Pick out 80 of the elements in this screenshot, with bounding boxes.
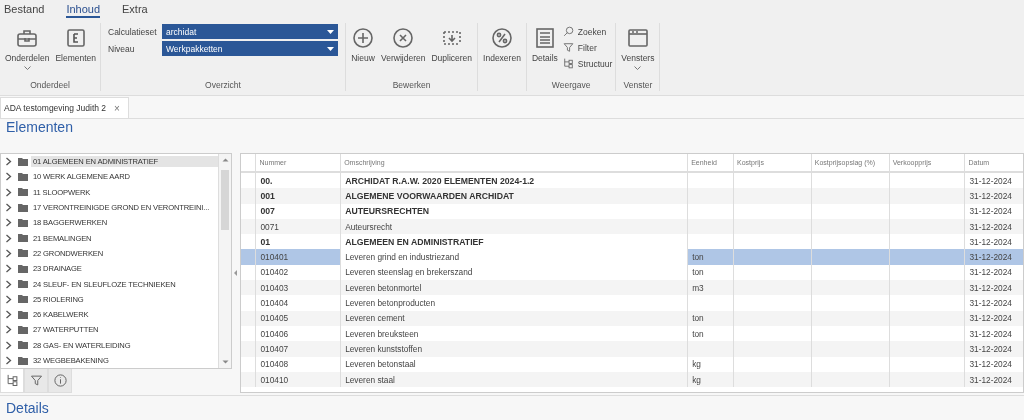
table-cell: 010404: [255, 295, 341, 311]
table-cell: m3: [687, 280, 734, 296]
table-cell: 010405: [255, 310, 341, 326]
ribbon-button[interactable]: Elementen: [53, 23, 99, 66]
group-label: Bewerken: [391, 79, 432, 91]
field-label: Niveau: [108, 43, 136, 54]
menu-tab[interactable]: Extra: [122, 2, 148, 18]
group-label: Overzicht: [204, 79, 242, 91]
ribbon-button[interactable]: Filter: [561, 41, 613, 54]
table-cell: Leveren cement: [340, 310, 688, 326]
table-cell: ton: [687, 310, 734, 326]
table-cell: 31-12-2024: [965, 280, 1023, 296]
chevron-down-icon: [634, 66, 642, 70]
panel-tab[interactable]: [24, 369, 48, 393]
table-cell: Auteursrecht: [340, 218, 688, 235]
table-cell: ALGEMENE VOORWAARDEN ARCHIDAT: [340, 188, 688, 204]
ribbon-button[interactable]: Details: [529, 23, 560, 66]
window-icon: [625, 26, 650, 50]
table-cell: 31-12-2024: [965, 341, 1023, 357]
table-cell: 010408: [255, 356, 341, 372]
ribbon-button[interactable]: Zoeken: [561, 25, 613, 38]
delete-icon: [391, 26, 416, 50]
percent-icon: [489, 26, 514, 50]
table-cell: 0071: [255, 218, 341, 235]
table-cell: 31-12-2024: [965, 218, 1023, 235]
table-cell: 001: [255, 188, 341, 204]
section-title: Details: [5, 399, 50, 416]
table-cell: 31-12-2024: [965, 356, 1023, 372]
structure-icon: [561, 57, 575, 70]
scrollbar-thumb[interactable]: [221, 170, 229, 230]
dropdown-field[interactable]: Werkpakketten: [162, 41, 338, 56]
ribbon-button[interactable]: Dupliceren: [429, 23, 475, 66]
table-cell: Leveren kunststoffen: [340, 341, 688, 357]
table-cell: Leveren staal: [340, 371, 688, 388]
ribbon-button[interactable]: Indexeren: [481, 23, 523, 66]
filter-icon: [28, 373, 44, 388]
dropdown-field[interactable]: archidat: [162, 24, 338, 39]
table-cell: Leveren betonproducten: [340, 295, 688, 311]
ribbon-button[interactable]: Nieuw: [349, 23, 377, 66]
section-title: Elementen: [5, 119, 74, 137]
ribbon-button[interactable]: Onderdelen: [3, 23, 52, 73]
table-cell: 007: [255, 203, 341, 219]
panel-tab[interactable]: [0, 369, 24, 393]
structure-icon: [4, 373, 20, 388]
table-cell: Leveren grind en industriezand: [340, 249, 688, 265]
add-icon: [351, 26, 375, 50]
table-cell: 010410: [255, 371, 341, 388]
table-cell: Leveren betonstaal: [340, 356, 688, 372]
group-label: Onderdeel: [29, 79, 71, 91]
table-cell: 010401: [255, 249, 341, 265]
field-label: Calculatieset: [108, 26, 158, 37]
table-cell: 31-12-2024: [965, 188, 1023, 204]
table-cell: 31-12-2024: [965, 295, 1023, 311]
menu-tab[interactable]: Inhoud: [66, 2, 101, 18]
menu-tab[interactable]: Bestand: [4, 2, 45, 18]
table-cell: 010403: [255, 280, 341, 296]
table-cell: AUTEURSRECHTEN: [340, 203, 688, 219]
table-cell: 31-12-2024: [965, 310, 1023, 326]
filter-icon: [561, 41, 575, 54]
group-label: Weergave: [550, 79, 592, 91]
ribbon-button[interactable]: Verwijderen: [379, 23, 428, 66]
ribbon-button[interactable]: Structuur: [561, 57, 613, 70]
table-cell: Leveren betonmortel: [340, 280, 688, 296]
group-label: Venster: [622, 79, 654, 91]
table-cell: 31-12-2024: [965, 371, 1023, 388]
document-tab[interactable]: ADA testomgeving Judith 2 ×: [0, 97, 129, 118]
search-icon: [561, 25, 575, 38]
info-icon: [52, 373, 68, 388]
table-cell: 31-12-2024: [965, 249, 1023, 265]
table-cell: kg: [687, 371, 734, 388]
caret-icon: [327, 29, 334, 34]
table-cell: ton: [687, 249, 734, 265]
table-cell: 31-12-2024: [965, 203, 1023, 219]
table-cell: kg: [687, 356, 734, 372]
chevron-down-icon: [23, 66, 31, 70]
table-cell: 010407: [255, 341, 341, 357]
caret-icon: [327, 46, 334, 51]
ribbon-button[interactable]: Vensters: [619, 23, 657, 73]
close-icon[interactable]: ×: [114, 102, 120, 114]
collapse-arrow-icon[interactable]: [234, 270, 238, 276]
